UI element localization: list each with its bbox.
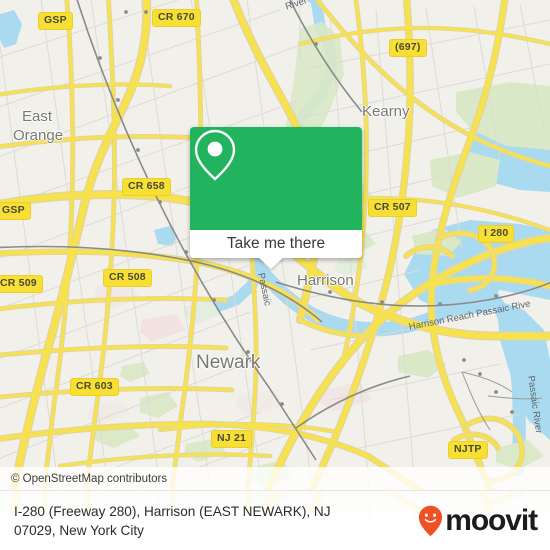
osm-attribution-text: © OpenStreetMap contributors: [11, 472, 168, 485]
road-shield: CR 507: [368, 199, 417, 217]
destination-callout-card[interactable]: Take me there: [190, 127, 362, 269]
place-label-newark: Newark: [196, 352, 261, 373]
callout-tail: [258, 257, 284, 269]
moovit-logo[interactable]: moovit: [418, 505, 550, 537]
map-screenshot-root: GSP CR 670 (697) CR 658 CR 507 GSP I 280…: [0, 0, 550, 550]
road-shield: NJTP: [448, 441, 488, 459]
take-me-there-button[interactable]: Take me there: [190, 230, 362, 258]
road-shield: I 280: [478, 225, 515, 243]
footer-bar: I-280 (Freeway 280), Harrison (EAST NEWA…: [0, 490, 550, 550]
road-shield: CR 670: [152, 9, 201, 27]
place-label-east-orange: East: [22, 108, 53, 125]
road-shield: NJ 21: [211, 430, 253, 448]
take-me-there-label: Take me there: [226, 235, 326, 252]
address-line-1: I-280 (Freeway 280), Harrison (EAST NEWA…: [14, 504, 331, 519]
map-canvas[interactable]: GSP CR 670 (697) CR 658 CR 507 GSP I 280…: [0, 0, 550, 490]
place-label-harrison: Harrison: [297, 272, 354, 289]
place-label-kearny: Kearny: [362, 103, 410, 120]
place-label-east-orange: Orange: [13, 127, 64, 144]
road-shield: GSP: [0, 202, 31, 220]
road-shield: (697): [389, 39, 427, 57]
road-shield: CR 603: [70, 378, 119, 396]
road-shield: CR 658: [122, 178, 171, 196]
address-line-2: 07029, New York City: [14, 523, 144, 538]
map-pin-icon: [194, 129, 236, 181]
road-shield: CR 508: [103, 269, 152, 287]
address-block: I-280 (Freeway 280), Harrison (EAST NEWA…: [0, 502, 331, 540]
road-shield: CR 509: [0, 275, 43, 293]
callout-pin-panel: [190, 127, 362, 230]
moovit-smiley-pin-icon: [419, 505, 443, 537]
map-attribution-bar: © OpenStreetMap contributors: [0, 467, 550, 490]
moovit-wordmark: moovit: [445, 504, 538, 537]
road-shield: GSP: [38, 12, 73, 30]
